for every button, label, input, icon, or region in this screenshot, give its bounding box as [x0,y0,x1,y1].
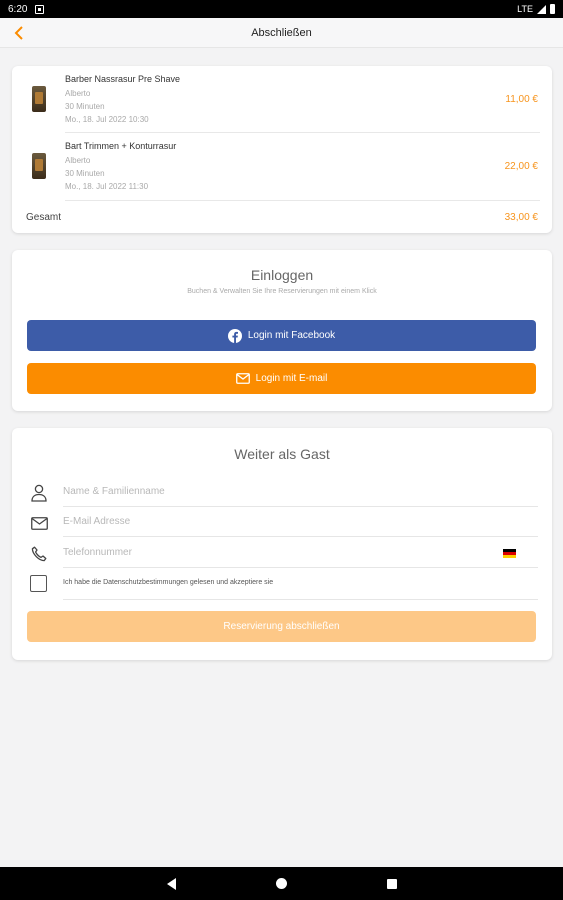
mail-icon [235,373,250,384]
facebook-login-button[interactable]: Login mit Facebook [27,320,536,351]
item-duration: 30 Minuten [65,169,105,178]
consent-row: Ich habe die Datenschutzbestimmungen gel… [27,569,538,600]
name-input[interactable] [63,477,538,507]
guest-heading: Weiter als Gast [234,446,330,462]
app-bar: Abschließen [0,18,563,48]
item-price: 22,00 € [504,161,538,172]
page-title: Abschließen [251,26,312,39]
facebook-icon [227,328,242,343]
login-subtitle: Buchen & Verwalten Sie Ihre Reservierung… [187,288,377,295]
nav-recents-icon[interactable] [386,878,397,889]
submit-reservation-button[interactable]: Reservierung abschließen [27,611,536,642]
network-label: LTE [517,4,533,14]
battery-icon [550,4,555,14]
phone-field-row [27,538,538,569]
guest-checkout-card: Weiter als Gast Ich habe die Datenschutz… [12,428,552,660]
item-staff: Alberto [65,156,91,165]
item-staff: Alberto [65,89,91,98]
chevron-left-icon [14,26,23,40]
consent-text: Ich habe die Datenschutzbestimmungen gel… [63,579,274,586]
email-input[interactable] [63,507,538,537]
phone-icon [29,544,49,564]
submit-reservation-label: Reservierung abschließen [223,621,340,632]
envelope-icon [29,513,49,533]
german-flag-icon[interactable] [503,549,516,558]
facebook-login-label: Login mit Facebook [247,330,336,341]
item-price: 11,00 € [505,94,538,105]
back-button[interactable] [10,24,28,42]
login-card: Einloggen Buchen & Verwalten Sie Ihre Re… [12,250,552,411]
email-field-row [27,507,538,538]
product-thumbnail [32,86,46,112]
nav-home-icon[interactable] [275,878,287,889]
notification-icon [35,4,45,14]
consent-checkbox[interactable] [30,575,47,592]
status-bar: 6:20 LTE [0,0,563,18]
total-price: 33,00 € [504,212,538,223]
item-name: Bart Trimmen + Konturrasur [65,141,177,151]
item-name: Barber Nassrasur Pre Shave [65,74,181,84]
nav-back-icon[interactable] [166,877,176,890]
item-datetime: Mo., 18. Jul 2022 10:30 [65,115,149,124]
system-nav-bar [0,867,563,900]
total-label: Gesamt [26,212,62,223]
item-datetime: Mo., 18. Jul 2022 11:30 [65,182,149,191]
name-field-row [27,477,538,508]
item-duration: 30 Minuten [65,102,105,111]
order-item: Barber Nassrasur Pre Shave Alberto 30 Mi… [12,66,552,132]
order-summary-card: Barber Nassrasur Pre Shave Alberto 30 Mi… [12,66,552,233]
divider [63,599,538,600]
product-thumbnail [32,153,46,179]
login-heading: Einloggen [250,267,314,283]
person-icon [29,483,49,503]
email-login-button[interactable]: Login mit E-mail [27,363,536,394]
divider [65,200,540,201]
phone-input[interactable] [63,538,538,568]
order-item: Bart Trimmen + Konturrasur Alberto 30 Mi… [12,133,552,199]
signal-icon [537,4,546,14]
status-time: 6:20 [8,3,28,15]
email-login-label: Login mit E-mail [255,373,328,384]
status-right: LTE [517,4,555,14]
